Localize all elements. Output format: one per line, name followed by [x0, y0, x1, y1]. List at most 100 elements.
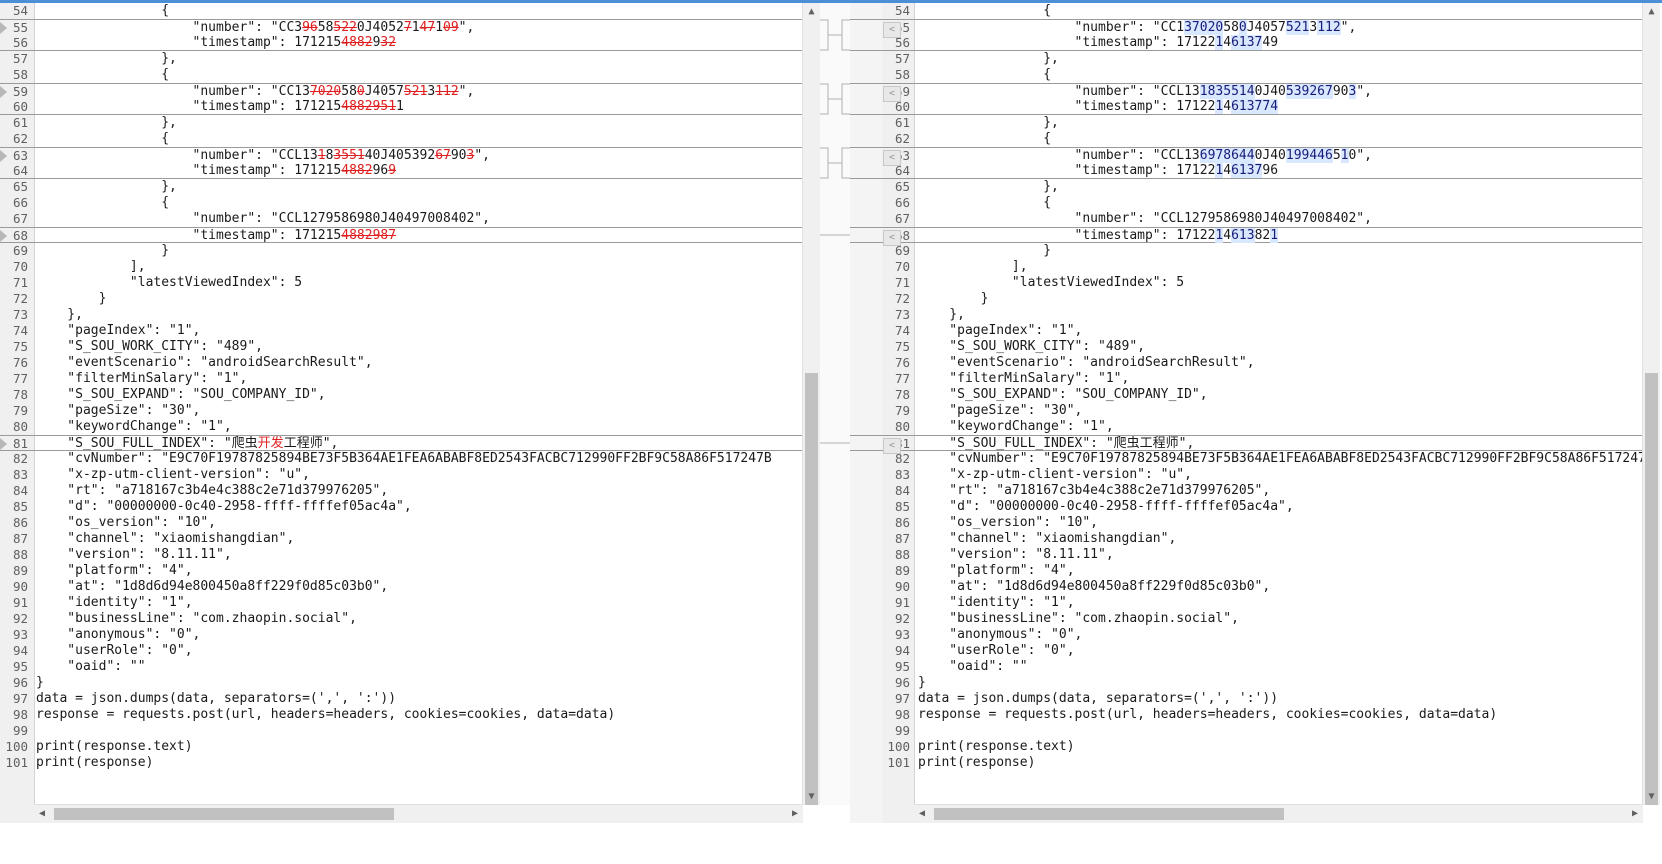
scroll-down-icon[interactable]: ▼	[1643, 788, 1660, 805]
code-line[interactable]: 72 }	[850, 291, 1642, 307]
code-text[interactable]: "anonymous": "0",	[36, 627, 802, 642]
code-text[interactable]: "rt": "a718167c3b4e4c388c2e71d379976205"…	[918, 483, 1642, 498]
code-text[interactable]: },	[36, 115, 802, 130]
code-text[interactable]: },	[36, 307, 802, 322]
code-text[interactable]: "keywordChange": "1",	[918, 419, 1642, 434]
code-line[interactable]: 65 },	[850, 179, 1642, 195]
code-text[interactable]: "os_version": "10",	[36, 515, 802, 530]
code-text[interactable]: "latestViewedIndex": 5	[918, 275, 1642, 290]
right-vertical-scroll-thumb[interactable]	[1645, 373, 1658, 805]
code-text[interactable]: "d": "00000000-0c40-2958-ffff-ffffef05ac…	[36, 499, 802, 514]
code-text[interactable]: "rt": "a718167c3b4e4c388c2e71d379976205"…	[36, 483, 802, 498]
code-text[interactable]: "userRole": "0",	[918, 643, 1642, 658]
left-horizontal-scrollbar[interactable]: ◀ ▶	[34, 804, 803, 823]
code-line[interactable]: 66 {	[850, 195, 1642, 211]
code-line[interactable]: 69 }	[0, 243, 802, 259]
code-text[interactable]: "filterMinSalary": "1",	[36, 371, 802, 386]
code-line[interactable]: 79 "pageSize": "30",	[0, 403, 802, 419]
code-line[interactable]: 80 "keywordChange": "1",	[0, 419, 802, 435]
right-vertical-scrollbar[interactable]: ▲ ▼	[1642, 3, 1660, 805]
code-line[interactable]: 96}	[850, 675, 1642, 691]
code-text[interactable]: {	[918, 195, 1642, 210]
code-text[interactable]: print(response.text)	[36, 739, 802, 754]
code-text[interactable]: "oaid": ""	[36, 659, 802, 674]
code-line[interactable]: 77 "filterMinSalary": "1",	[0, 371, 802, 387]
code-text[interactable]: "at": "1d8d6d94e800450a8ff229f0d85c03b0"…	[36, 579, 802, 594]
code-line[interactable]: 67 "number": "CCL1279586980J40497008402"…	[0, 211, 802, 227]
code-line[interactable]: 56 "timestamp": 1712154882932	[0, 35, 802, 51]
code-line[interactable]: 61 },	[850, 115, 1642, 131]
code-line[interactable]: 94 "userRole": "0",	[850, 643, 1642, 659]
code-line[interactable]: 55 < "number": "CC137020580J40575213112",	[850, 19, 1642, 38]
code-text[interactable]: "timestamp": 1712214613749	[918, 35, 1642, 50]
code-line[interactable]: 62 {	[850, 131, 1642, 147]
code-line[interactable]: 74 "pageIndex": "1",	[850, 323, 1642, 339]
left-vertical-scroll-thumb[interactable]	[805, 373, 818, 805]
code-line[interactable]: 85 "d": "00000000-0c40-2958-ffff-ffffef0…	[0, 499, 802, 515]
code-line[interactable]: 93 "anonymous": "0",	[850, 627, 1642, 643]
code-line[interactable]: 62 {	[0, 131, 802, 147]
code-line[interactable]: 101 print(response)	[850, 755, 1642, 771]
code-text[interactable]: {	[36, 3, 802, 18]
left-vertical-scrollbar[interactable]: ▲ ▼	[802, 3, 820, 805]
code-line[interactable]: 81 < "S_SOU_FULL_INDEX": "爬虫工程师",	[850, 435, 1642, 454]
code-text[interactable]: "x-zp-utm-client-version": "u",	[918, 467, 1642, 482]
code-line[interactable]: 86 "os_version": "10",	[850, 515, 1642, 531]
code-line[interactable]: 75 "S_SOU_WORK_CITY": "489",	[0, 339, 802, 355]
code-text[interactable]: }	[36, 675, 802, 690]
diff-marker-icon[interactable]	[0, 86, 7, 98]
code-text[interactable]: print(response)	[918, 755, 1642, 770]
code-text[interactable]: "version": "8.11.11",	[918, 547, 1642, 562]
code-text[interactable]: }	[36, 291, 802, 306]
code-line[interactable]: 72 }	[0, 291, 802, 307]
code-text[interactable]: "cvNumber": "E9C70F19787825894BE73F5B364…	[36, 451, 802, 466]
code-line[interactable]: 84 "rt": "a718167c3b4e4c388c2e71d3799762…	[0, 483, 802, 499]
code-text[interactable]: "latestViewedIndex": 5	[36, 275, 802, 290]
code-line[interactable]: 60 "timestamp": 17121548829511	[0, 99, 802, 115]
code-line[interactable]: 98 response = requests.post(url, headers=…	[850, 707, 1642, 723]
left-code-lines[interactable]: 54 {55 "number": "CC396585220J4052714710…	[0, 3, 802, 771]
code-text[interactable]: "businessLine": "com.zhaopin.social",	[36, 611, 802, 626]
code-text[interactable]: "S_SOU_FULL_INDEX": "爬虫开发工程师",	[36, 436, 802, 451]
code-text[interactable]: {	[918, 3, 1642, 18]
code-line[interactable]: 96}	[0, 675, 802, 691]
code-text[interactable]: },	[918, 179, 1642, 194]
diff-marker-icon[interactable]	[0, 230, 7, 242]
code-text[interactable]: "oaid": ""	[918, 659, 1642, 674]
code-text[interactable]: "number": "CC137020580J40575213112",	[918, 20, 1642, 35]
code-line[interactable]: 97 data = json.dumps(data, separators=(',…	[0, 691, 802, 707]
code-text[interactable]: "identity": "1",	[918, 595, 1642, 610]
right-horizontal-scrollbar[interactable]: ◀ ▶	[914, 804, 1643, 823]
code-text[interactable]: "S_SOU_WORK_CITY": "489",	[918, 339, 1642, 354]
code-line[interactable]: 84 "rt": "a718167c3b4e4c388c2e71d3799762…	[850, 483, 1642, 499]
code-text[interactable]: "timestamp": 1712214613774	[918, 99, 1642, 114]
code-line[interactable]: 92 "businessLine": "com.zhaopin.social",	[0, 611, 802, 627]
code-line[interactable]: 57 },	[850, 51, 1642, 67]
code-text[interactable]: "at": "1d8d6d94e800450a8ff229f0d85c03b0"…	[918, 579, 1642, 594]
code-line[interactable]: 99	[850, 723, 1642, 739]
code-text[interactable]: },	[918, 307, 1642, 322]
code-line[interactable]: 59 "number": "CC137020580J40575213112",	[0, 83, 802, 99]
code-text[interactable]: "timestamp": 1712214613796	[918, 163, 1642, 178]
left-horizontal-scroll-thumb[interactable]	[54, 808, 394, 820]
code-line[interactable]: 81 "S_SOU_FULL_INDEX": "爬虫开发工程师",	[0, 435, 802, 451]
code-line[interactable]: 85 "d": "00000000-0c40-2958-ffff-ffffef0…	[850, 499, 1642, 515]
code-text[interactable]: "S_SOU_WORK_CITY": "489",	[36, 339, 802, 354]
code-text[interactable]: }	[918, 291, 1642, 306]
code-line[interactable]: 87 "channel": "xiaomishangdian",	[850, 531, 1642, 547]
code-line[interactable]: 76 "eventScenario": "androidSearchResult…	[850, 355, 1642, 371]
code-line[interactable]: 98 response = requests.post(url, headers=…	[0, 707, 802, 723]
code-text[interactable]: "S_SOU_EXPAND": "SOU_COMPANY_ID",	[918, 387, 1642, 402]
code-text[interactable]: response = requests.post(url, headers=he…	[36, 707, 802, 722]
code-text[interactable]: "pageSize": "30",	[36, 403, 802, 418]
code-text[interactable]: }	[918, 243, 1642, 258]
scroll-up-icon[interactable]: ▲	[803, 3, 820, 20]
code-text[interactable]: {	[918, 131, 1642, 146]
scroll-left-icon[interactable]: ◀	[34, 805, 50, 823]
code-line[interactable]: 95 "oaid": ""	[850, 659, 1642, 675]
code-line[interactable]: 83 "x-zp-utm-client-version": "u",	[850, 467, 1642, 483]
code-line[interactable]: 77 "filterMinSalary": "1",	[850, 371, 1642, 387]
code-text[interactable]: {	[36, 131, 802, 146]
code-line[interactable]: 91 "identity": "1",	[0, 595, 802, 611]
code-text[interactable]: "timestamp": 1712154882969	[36, 163, 802, 178]
